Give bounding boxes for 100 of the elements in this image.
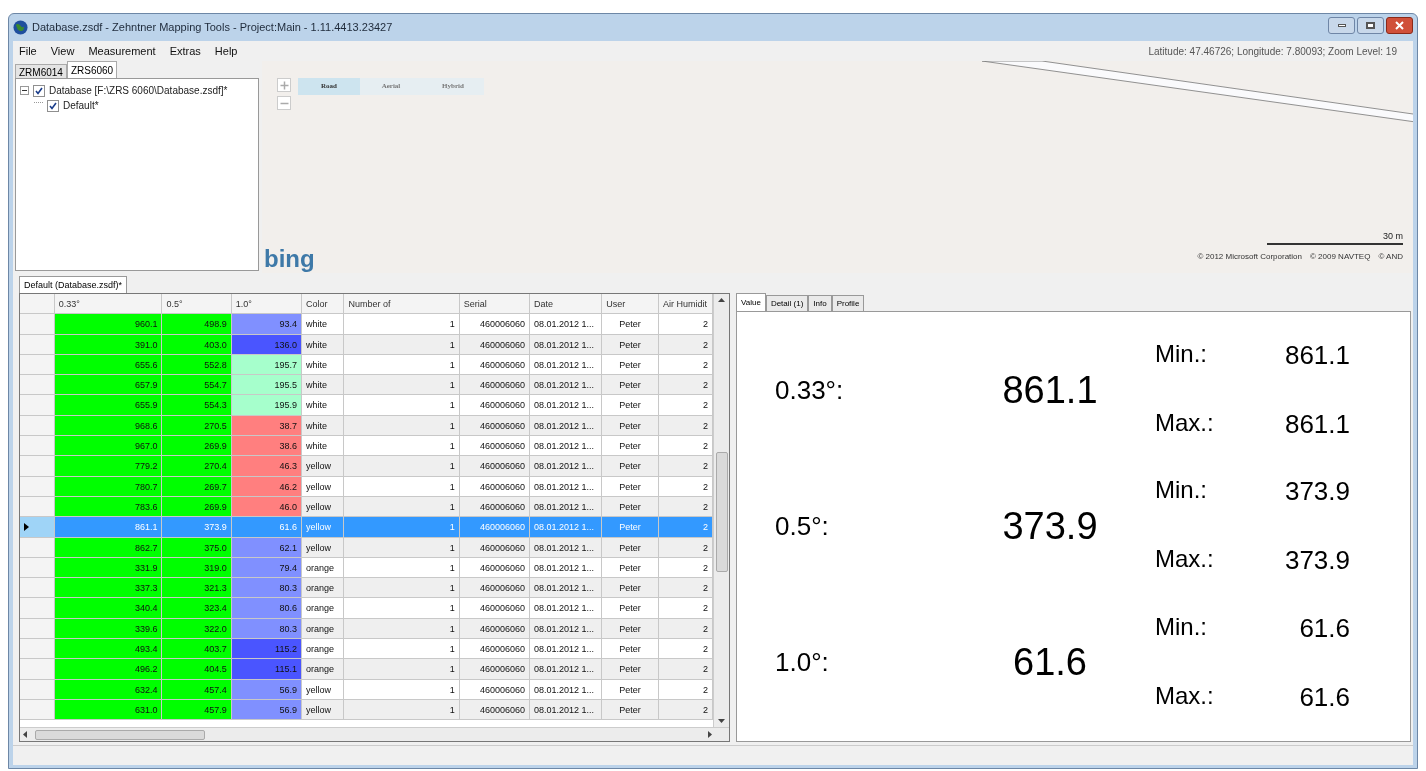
- table-row[interactable]: 657.9 554.7 195.5 white 1 460006060 08.01.2012 1... Peter 2: [20, 375, 713, 396]
- copyright-text: © AND: [1378, 251, 1403, 263]
- table-row[interactable]: 331.9 319.0 79.4 orange 1 460006060 08.01.2012 1... Peter 2: [20, 557, 713, 579]
- table-row[interactable]: 968.6 270.5 38.7 white 1 460006060 08.01.2012 1... Peter 2: [20, 415, 713, 437]
- table-row[interactable]: 632.4 457.4 56.9 yellow 1 460006060 08.01.2012 1... Peter 2: [20, 679, 713, 700]
- max-value: 861.1: [1284, 408, 1350, 442]
- tab[interactable]: Value: [736, 293, 766, 311]
- table-cell: 2: [659, 395, 713, 416]
- tab[interactable]: Info: [808, 295, 832, 311]
- value-cell: 115.2: [231, 639, 302, 660]
- tree-item[interactable]: Database [F:\ZRS 6060\Database.zsdf]*: [49, 83, 228, 98]
- table-cell: 2: [659, 456, 713, 477]
- close-button[interactable]: [1386, 17, 1413, 34]
- value-cell: 38.6: [231, 436, 302, 457]
- maximize-button[interactable]: [1357, 17, 1384, 34]
- tab[interactable]: ZRS6060: [66, 61, 118, 78]
- table-cell: 2: [659, 537, 713, 558]
- menu-item[interactable]: Extras: [169, 42, 201, 60]
- table-cell: 460006060: [459, 578, 530, 599]
- table-row[interactable]: 960.1 498.9 93.4 white 1 460006060 08.01.2012 1... Peter 2: [20, 314, 713, 335]
- table-cell: 1: [344, 659, 460, 680]
- table-cell: orange: [301, 598, 345, 619]
- table-cell: 1: [344, 537, 460, 558]
- reading-label: 1.0°:: [775, 646, 830, 680]
- menu-item[interactable]: View: [50, 42, 75, 60]
- table-cell: 460006060: [459, 456, 530, 477]
- table-cell: 1: [344, 354, 460, 376]
- value-cell: 496.2: [54, 659, 163, 680]
- minimize-button[interactable]: [1328, 17, 1355, 34]
- table-row[interactable]: 337.3 321.3 80.3 orange 1 460006060 08.01.2012 1... Peter 2: [20, 578, 713, 599]
- table-tab[interactable]: Default (Database.zsdf)*: [19, 276, 128, 293]
- coordinates-text: Latitude: 47.46726; Longitude: 7.80093; Zoom Level: 19: [1148, 44, 1398, 59]
- row-header[interactable]: [20, 517, 55, 538]
- table-cell: 2: [659, 415, 713, 437]
- table-cell: Peter: [602, 496, 659, 518]
- scroll-up-icon[interactable]: [718, 298, 725, 302]
- checkbox[interactable]: [33, 84, 45, 97]
- table-cell: 460006060: [459, 659, 530, 680]
- table-cell: 1: [344, 476, 460, 497]
- tab[interactable]: ZRM6014: [15, 64, 67, 78]
- table-row[interactable]: 496.2 404.5 115.1 orange 1 460006060 08.01.2012 1... Peter 2: [20, 659, 713, 680]
- table-row[interactable]: 655.9 554.3 195.9 white 1 460006060 08.01.2012 1... Peter 2: [20, 395, 713, 416]
- table-cell: 1: [344, 618, 460, 640]
- table-cell: 1: [344, 395, 460, 416]
- table-cell: 1: [344, 557, 460, 579]
- table-cell: 2: [659, 578, 713, 599]
- copyright-text: © 2009 NAVTEQ: [1310, 251, 1371, 263]
- table-row[interactable]: 655.6 552.8 195.7 white 1 460006060 08.01.2012 1... Peter 2: [20, 354, 713, 376]
- table-row[interactable]: 967.0 269.9 38.6 white 1 460006060 08.01.2012 1... Peter 2: [20, 436, 713, 457]
- table-row[interactable]: 631.0 457.9 56.9 yellow 1 460006060 08.01.2012 1... Peter 2: [20, 699, 713, 721]
- scroll-right-icon[interactable]: [708, 731, 712, 738]
- table-row[interactable]: 780.7 269.7 46.2 yellow 1 460006060 08.01.2012 1... Peter 2: [20, 476, 713, 497]
- value-cell: 322.0: [162, 618, 232, 640]
- checkbox[interactable]: [47, 99, 59, 112]
- scroll-down-icon[interactable]: [718, 719, 725, 723]
- table-cell: 460006060: [459, 314, 530, 335]
- table-cell: Peter: [602, 618, 659, 640]
- scroll-left-icon[interactable]: [23, 731, 27, 738]
- value-cell: 960.1: [54, 314, 163, 335]
- vertical-scrollbar[interactable]: [713, 294, 729, 727]
- horizontal-scrollbar[interactable]: [20, 727, 729, 741]
- tree-item[interactable]: Default*: [63, 98, 99, 113]
- table-cell: 2: [659, 517, 713, 538]
- value-cell: 195.5: [231, 375, 302, 396]
- zoom-in-button[interactable]: [277, 78, 291, 92]
- table-cell: 1: [344, 598, 460, 619]
- scrollbar-thumb[interactable]: [715, 452, 728, 572]
- plus-icon: [279, 80, 289, 90]
- collapse-toggle[interactable]: [20, 86, 29, 95]
- menu-item[interactable]: Measurement: [88, 42, 156, 60]
- table-row[interactable]: 340.4 323.4 80.6 orange 1 460006060 08.01.2012 1... Peter 2: [20, 598, 713, 619]
- min-label: Min.:: [1155, 339, 1207, 370]
- scrollbar-thumb[interactable]: [35, 729, 205, 740]
- table-cell: 1: [344, 456, 460, 477]
- value-cell: 779.2: [54, 456, 163, 477]
- tab[interactable]: Detail (1): [765, 295, 809, 311]
- table-cell: 08.01.2012 1...: [529, 598, 603, 619]
- menu-item[interactable]: File: [19, 42, 37, 60]
- value-cell: 270.5: [162, 415, 232, 437]
- table-cell: Peter: [602, 375, 659, 396]
- scale-label: 30 m: [1383, 229, 1403, 243]
- max-value: 61.6: [1299, 680, 1350, 714]
- value-cell: 115.1: [231, 659, 302, 680]
- table-row[interactable]: 391.0 403.0 136.0 white 1 460006060 08.01.2012 1... Peter 2: [20, 334, 713, 355]
- table-row[interactable]: 339.6 322.0 80.3 orange 1 460006060 08.01.2012 1... Peter 2: [20, 618, 713, 640]
- table-row[interactable]: 779.2 270.4 46.3 yellow 1 460006060 08.01.2012 1... Peter 2: [20, 456, 713, 477]
- value-cell: 403.7: [162, 639, 232, 660]
- value-cell: 493.4: [54, 639, 163, 660]
- tab[interactable]: Profile: [831, 295, 865, 311]
- table-row[interactable]: 783.6 269.9 46.0 yellow 1 460006060 08.01.2012 1... Peter 2: [20, 496, 713, 518]
- table-row[interactable]: 493.4 403.7 115.2 orange 1 460006060 08.01.2012 1... Peter 2: [20, 639, 713, 660]
- table-cell: Peter: [602, 699, 659, 721]
- table-row[interactable]: 862.7 375.0 62.1 yellow 1 460006060 08.01.2012 1... Peter 2: [20, 537, 713, 558]
- table-cell: Peter: [602, 354, 659, 376]
- map-logo: bing: [264, 246, 315, 272]
- zoom-out-button[interactable]: [277, 96, 291, 110]
- menu-item[interactable]: Help: [214, 42, 238, 60]
- value-cell: 657.9: [54, 375, 163, 396]
- value-cell: 80.6: [231, 598, 302, 619]
- min-value: 61.6: [1299, 611, 1350, 645]
